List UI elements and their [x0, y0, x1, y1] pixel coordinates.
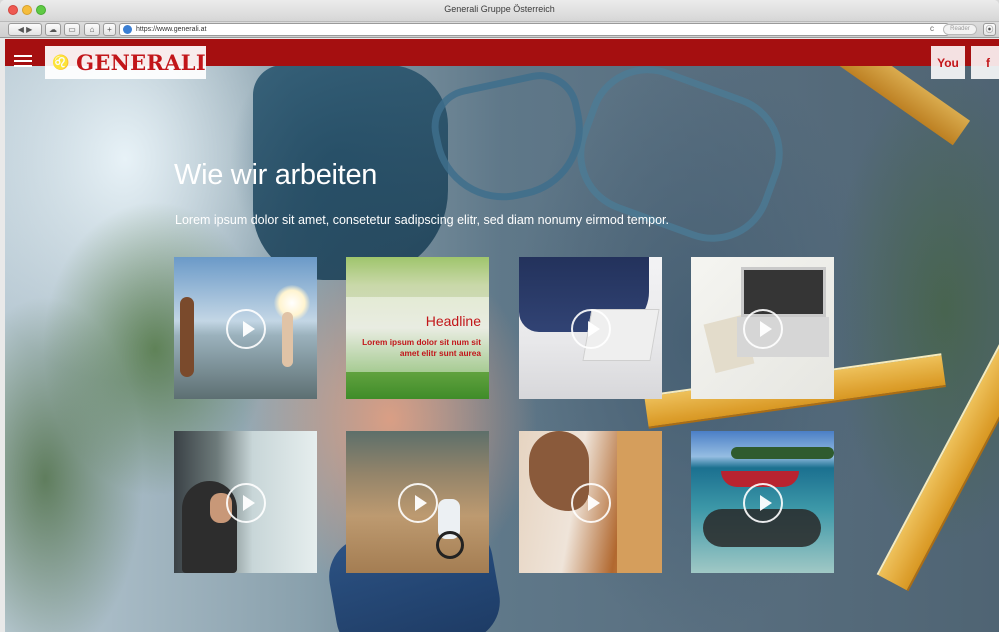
hero-background-image [5, 39, 999, 632]
cloud-icon[interactable]: ☁ [45, 23, 61, 36]
reload-icon[interactable]: c [930, 24, 934, 33]
lion-logo-icon: ♌ [52, 54, 70, 71]
video-tile-painting[interactable] [519, 431, 662, 573]
headline-tile[interactable]: Headline Lorem ipsum dolor sit num sit a… [346, 257, 489, 399]
play-circle-icon[interactable] [226, 483, 266, 523]
play-circle-icon[interactable] [571, 309, 611, 349]
facebook-icon[interactable]: f [971, 46, 999, 79]
hamburger-menu-icon[interactable] [8, 46, 38, 76]
home-icon[interactable]: ⌂ [84, 23, 100, 36]
generali-logo[interactable]: ♌ GENERALI [45, 46, 206, 79]
add-bookmark-button[interactable]: + [103, 23, 116, 36]
video-tile-office-window[interactable] [174, 431, 317, 573]
url-text: https://www.generali.at [136, 26, 207, 33]
tile-text: Lorem ipsum dolor sit num sit amet elitr… [362, 337, 481, 358]
youtube-icon[interactable]: You [931, 46, 965, 79]
video-tile-desk-laptop[interactable] [691, 257, 834, 399]
bookmarks-icon[interactable]: ▭ [64, 23, 80, 36]
browser-toolbar: ◀ ▶ ☁ ▭ ⌂ + https://www.generali.at c Re… [0, 22, 999, 38]
address-bar[interactable]: https://www.generali.at [119, 23, 949, 36]
page-subtitle: Lorem ipsum dolor sit amet, consetetur s… [175, 213, 669, 227]
downloads-icon[interactable]: ⦿ [983, 23, 996, 36]
video-tile-laptop-meeting[interactable] [519, 257, 662, 399]
tile-headline: Headline [425, 313, 481, 329]
play-circle-icon[interactable] [226, 309, 266, 349]
title-bar: Generali Gruppe Österreich [0, 0, 999, 22]
video-tile-mountain-bike[interactable] [346, 431, 489, 573]
video-tile-beach[interactable] [174, 257, 317, 399]
browser-window: Generali Gruppe Österreich ◀ ▶ ☁ ▭ ⌂ + h… [0, 0, 999, 632]
video-tile-lake-canoe[interactable] [691, 431, 834, 573]
logo-text: GENERALI [76, 49, 206, 75]
globe-icon [123, 25, 132, 34]
play-circle-icon[interactable] [743, 309, 783, 349]
play-circle-icon[interactable] [743, 483, 783, 523]
play-circle-icon[interactable] [571, 483, 611, 523]
page-title: Wie wir arbeiten [174, 159, 378, 191]
back-forward-button[interactable]: ◀ ▶ [8, 23, 42, 36]
window-title: Generali Gruppe Österreich [444, 4, 555, 14]
website: ♌ GENERALI You f Wie wir arbeiten Lorem … [5, 39, 999, 632]
reader-button[interactable]: Reader [943, 24, 977, 35]
play-circle-icon[interactable] [398, 483, 438, 523]
